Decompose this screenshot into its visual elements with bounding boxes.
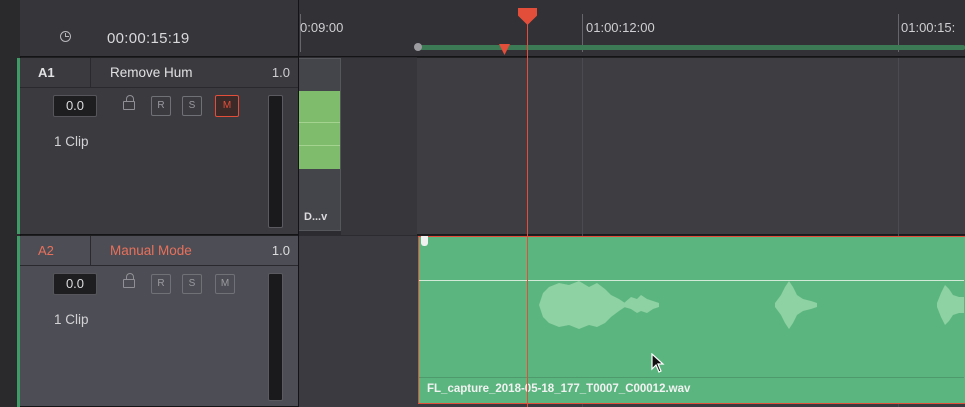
timecode-value: 00:00:15:19 <box>107 30 190 47</box>
track-header-a2[interactable]: A2 Manual Mode 1.0 0.0 R S M 1 Clip <box>20 236 298 407</box>
track-color-strip <box>0 0 21 407</box>
lock-icon[interactable] <box>123 273 135 288</box>
track-id: A1 <box>38 65 55 80</box>
track-lane-a1[interactable] <box>417 58 965 235</box>
ruler-label: 01:00:15: <box>901 20 956 35</box>
clip-waveform <box>539 281 964 329</box>
track-volume-field[interactable]: 0.0 <box>53 95 97 117</box>
ruler-label: 0:09:00 <box>300 20 344 35</box>
timeline-editor: 00:00:15:19 A1 Remove Hum 1.0 0.0 R S M … <box>0 0 965 407</box>
timecode-display[interactable]: 00:00:15:19 <box>20 0 298 57</box>
mute-button[interactable]: M <box>215 95 239 117</box>
track-id-cell: A1 <box>20 58 91 87</box>
track-volume-field[interactable]: 0.0 <box>53 273 97 295</box>
record-arm-button[interactable]: R <box>151 274 171 294</box>
clip-name: FL_capture_2018-05-18_177_T0007_C00012.w… <box>427 383 691 395</box>
track-id: A2 <box>38 243 54 258</box>
clip-count: 1 Clip <box>54 134 89 149</box>
clip-waveform <box>299 91 340 169</box>
mute-button[interactable]: M <box>215 274 235 294</box>
track-gain[interactable]: 1.0 <box>272 65 290 80</box>
track-header-a1[interactable]: A1 Remove Hum 1.0 0.0 R S M 1 Clip <box>20 58 298 235</box>
audio-clip-a2-selected[interactable]: FL_capture_2018-05-18_177_T0007_C00012.w… <box>418 236 965 404</box>
mouse-cursor-icon <box>651 353 665 373</box>
audio-level-meter <box>268 95 283 228</box>
track-name[interactable]: Manual Mode <box>110 243 192 258</box>
track-name[interactable]: Remove Hum <box>110 65 193 80</box>
record-arm-button[interactable]: R <box>151 96 171 116</box>
timeline-ruler[interactable]: 0:09:00 01:00:12:00 01:00:15: <box>299 0 965 57</box>
solo-button[interactable]: S <box>182 274 202 294</box>
clip-count: 1 Clip <box>54 312 89 327</box>
audio-clip-a1[interactable]: D...v <box>299 58 341 231</box>
ruler-label: 01:00:12:00 <box>586 20 655 35</box>
track-header-bar: A1 Remove Hum 1.0 <box>20 58 298 88</box>
clock-icon <box>60 31 71 42</box>
clip-fade-handle[interactable] <box>421 236 428 246</box>
zoom-bar-start-handle[interactable] <box>414 43 422 51</box>
lock-icon[interactable] <box>123 95 135 110</box>
clip-name: D...v <box>304 211 328 223</box>
track-lane-a1-left[interactable] <box>341 58 417 235</box>
track-header-bar: A2 Manual Mode 1.0 <box>20 236 298 266</box>
track-gain[interactable]: 1.0 <box>272 243 290 258</box>
playhead-line[interactable] <box>527 14 528 407</box>
audio-level-meter <box>268 273 283 401</box>
solo-button[interactable]: S <box>182 96 202 116</box>
track-id-cell: A2 <box>20 236 91 265</box>
timeline-zoom-bar[interactable] <box>417 45 965 50</box>
